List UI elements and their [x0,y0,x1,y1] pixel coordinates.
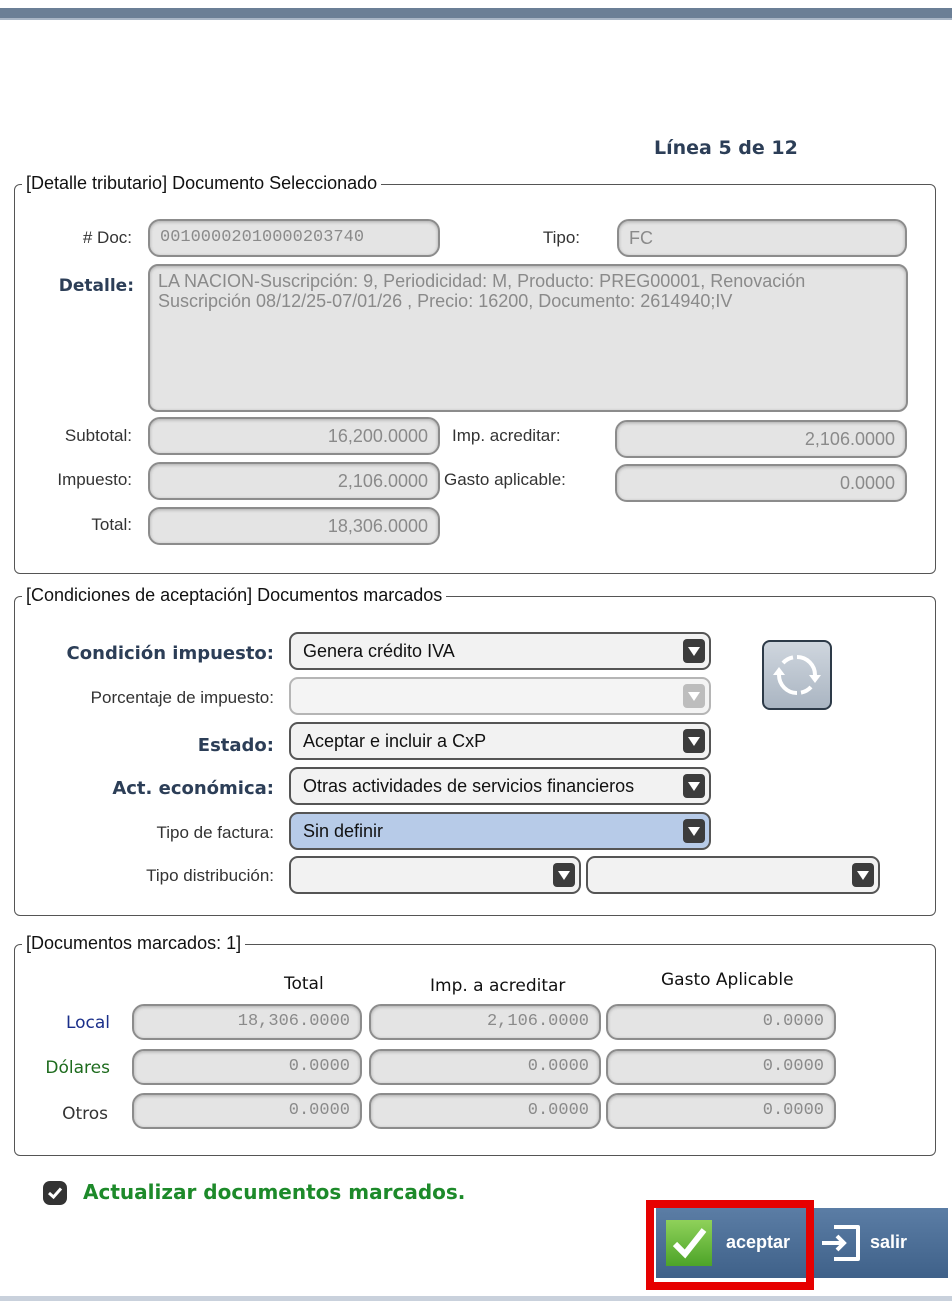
actualizar-label[interactable]: Actualizar documentos marcados. [83,1180,465,1204]
window-top-divider [0,18,952,20]
refresh-button[interactable] [762,640,832,710]
condicion-impuesto-label: Condición impuesto: [66,643,274,664]
detalle-label: Detalle: [58,276,134,296]
condiciones-legend: [Condiciones de aceptación] Documentos m… [22,585,447,606]
gasto-aplicable-field[interactable]: 0.0000 [615,464,907,502]
doc-label: # Doc: [82,228,132,247]
row-label-local: Local [65,1013,110,1033]
act-economica-select[interactable]: Otras actividades de servicios financier… [289,767,711,805]
otros-total-field[interactable]: 0.0000 [132,1093,362,1129]
porcentaje-select[interactable] [289,677,711,715]
col-header-gasto-aplicable: Gasto Aplicable [661,970,794,990]
act-economica-value: Otras actividades de servicios financier… [303,776,635,796]
otros-imp-field[interactable]: 0.0000 [369,1093,601,1129]
chevron-down-icon [683,819,705,843]
tipo-factura-value: Sin definir [303,821,384,841]
chevron-down-icon [683,639,705,663]
tipo-label: Tipo: [542,228,580,247]
tipo-factura-select[interactable]: Sin definir [289,812,711,850]
local-imp-field[interactable]: 2,106.0000 [369,1004,601,1040]
dolares-gasto-field[interactable]: 0.0000 [606,1049,836,1085]
col-header-total: Total [284,974,324,994]
doc-field[interactable]: 00100002010000203740 [148,219,440,257]
act-economica-label: Act. económica: [112,778,274,799]
line-counter: Línea 5 de 12 [654,137,798,159]
chevron-down-icon [683,684,705,708]
subtotal-label: Subtotal: [64,426,132,445]
otros-gasto-field[interactable]: 0.0000 [606,1093,836,1129]
condicion-impuesto-select[interactable]: Genera crédito IVA [289,632,711,670]
window-top-bar [0,8,952,18]
chevron-down-icon [683,729,705,753]
total-label: Total: [91,515,132,534]
row-label-otros: Otros [62,1104,108,1124]
chevron-down-icon [852,863,874,887]
detalle-field[interactable]: LA NACION-Suscripción: 9, Periodicidad: … [148,264,908,412]
chevron-down-icon [553,863,575,887]
total-field[interactable]: 18,306.0000 [148,507,440,545]
gasto-aplicable-label: Gasto aplicable: [444,470,566,489]
local-total-field[interactable]: 18,306.0000 [132,1004,362,1040]
impuesto-field[interactable]: 2,106.0000 [148,462,440,500]
marcados-legend: [Documentos marcados: 1] [22,933,246,954]
tipo-factura-label: Tipo de factura: [156,823,275,842]
exit-icon [822,1225,860,1261]
condicion-impuesto-value: Genera crédito IVA [303,641,455,661]
actualizar-checkbox[interactable] [43,1181,67,1205]
tipo-field[interactable]: FC [617,219,907,257]
detalle-tributario-legend: [Detalle tributario] Documento Seleccion… [22,173,382,194]
chevron-down-icon [683,774,705,798]
tipo-distribucion-label: Tipo distribución: [146,866,274,885]
salir-button[interactable]: salir [812,1208,948,1278]
estado-select[interactable]: Aceptar e incluir a CxP [289,722,711,760]
impuesto-label: Impuesto: [57,470,132,489]
dolares-total-field[interactable]: 0.0000 [132,1049,362,1085]
dolares-imp-field[interactable]: 0.0000 [369,1049,601,1085]
col-header-imp-acreditar: Imp. a acreditar [430,976,566,996]
estado-value: Aceptar e incluir a CxP [303,731,487,751]
tipo-distribucion-select-2[interactable] [586,856,880,894]
salir-label: salir [870,1232,908,1252]
row-label-dolares: Dólares [45,1058,110,1078]
local-gasto-field[interactable]: 0.0000 [606,1004,836,1040]
tipo-distribucion-select-1[interactable] [289,856,581,894]
estado-label: Estado: [197,735,274,756]
highlight-box [646,1200,814,1290]
refresh-icon [773,655,821,695]
subtotal-field[interactable]: 16,200.0000 [148,417,440,455]
checkmark-icon [48,1187,63,1200]
imp-acreditar-label: Imp. acreditar: [452,426,561,445]
imp-acreditar-field[interactable]: 2,106.0000 [615,420,907,458]
window-bottom-edge [0,1296,952,1301]
porcentaje-label: Porcentaje de impuesto: [90,688,274,707]
